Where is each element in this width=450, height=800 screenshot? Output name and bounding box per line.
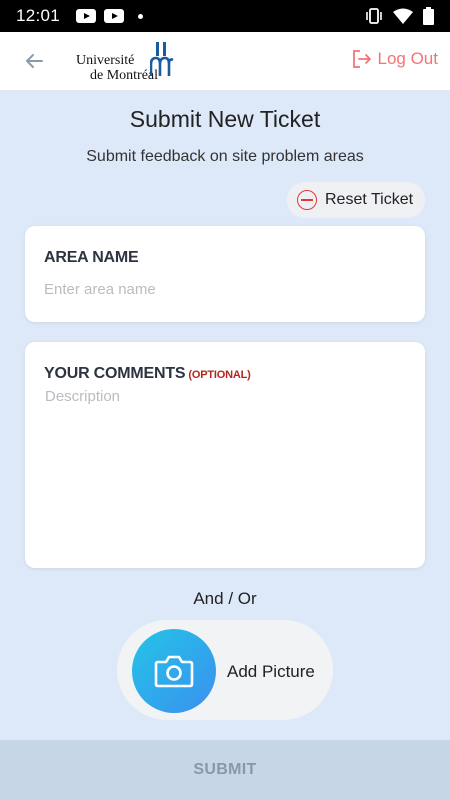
camera-icon <box>154 655 194 688</box>
reset-label: Reset Ticket <box>325 191 414 208</box>
wifi-icon <box>393 8 413 24</box>
submit-button[interactable]: SUBMIT <box>0 740 450 800</box>
youtube-icon <box>104 9 125 23</box>
logout-label: Log Out <box>377 49 439 68</box>
logo-line1: Université <box>76 53 135 68</box>
page-subtitle: Submit feedback on site problem areas <box>86 148 364 165</box>
youtube-icon <box>76 9 97 23</box>
add-picture-label: Add Picture <box>227 662 315 681</box>
notification-icons <box>76 9 144 23</box>
system-icons <box>365 7 434 25</box>
optional-tag: (OPTIONAL) <box>188 369 251 381</box>
comments-textarea[interactable] <box>45 388 405 548</box>
logo-line2: de Montréal <box>90 68 159 83</box>
page-title: Submit New Ticket <box>129 106 321 132</box>
vibrate-icon <box>366 8 382 24</box>
area-name-input[interactable] <box>44 278 404 300</box>
comments-label-group: YOUR COMMENTS (OPTIONAL) <box>44 365 251 383</box>
logo-emblem <box>150 42 174 76</box>
udem-logo: Université de Montréal <box>76 42 176 83</box>
logout-icon <box>352 50 371 68</box>
reset-ticket-button[interactable]: Reset Ticket <box>287 182 425 218</box>
comments-card: YOUR COMMENTS (OPTIONAL) <box>25 342 425 568</box>
reset-icon <box>297 190 317 210</box>
area-name-card: AREA NAME <box>25 226 425 322</box>
camera-button[interactable] <box>132 629 216 713</box>
battery-icon <box>423 7 434 25</box>
comments-label: YOUR COMMENTS <box>44 365 186 382</box>
logout-button[interactable]: Log Out <box>352 49 439 69</box>
status-time: 12:01 <box>16 6 61 25</box>
status-bar: 12:01 <box>0 0 450 32</box>
add-picture-button[interactable]: Add Picture <box>117 620 333 720</box>
area-name-label: AREA NAME <box>44 249 139 266</box>
app-bar: Université de Montréal Log Out <box>0 32 450 90</box>
dot-icon <box>138 13 144 19</box>
and-or-text: And / Or <box>193 589 257 608</box>
back-arrow-icon[interactable] <box>22 49 46 73</box>
